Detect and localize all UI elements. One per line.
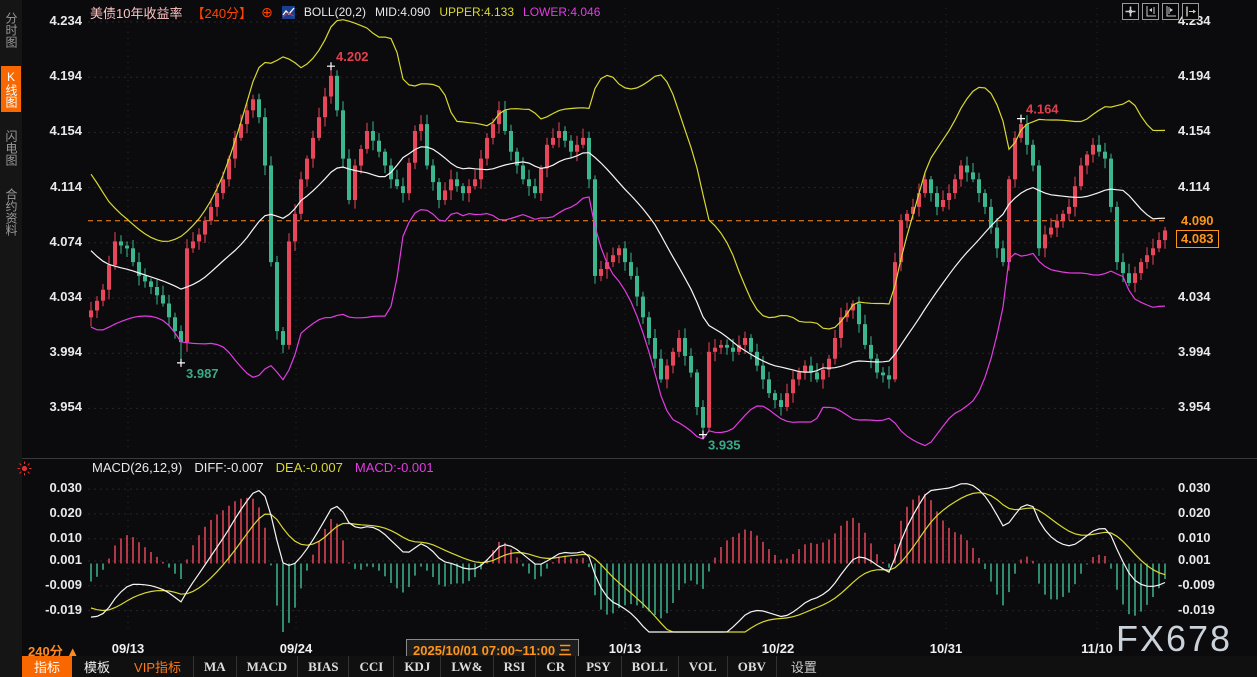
indicator-button-cci[interactable]: CCI bbox=[348, 656, 393, 677]
boll-mid-value: MID:4.090 bbox=[375, 5, 430, 19]
last-price-tag: 4.083 bbox=[1176, 230, 1219, 248]
chart-tool-buttons bbox=[1122, 3, 1199, 20]
indicator-button-kdj[interactable]: KDJ bbox=[393, 656, 440, 677]
x-axis-fit-icon[interactable] bbox=[1162, 3, 1179, 20]
svg-text:4.164: 4.164 bbox=[1026, 102, 1059, 117]
macd-axis-label-right: -0.009 bbox=[1178, 577, 1236, 592]
fx678-watermark: FX678 bbox=[1116, 618, 1232, 660]
pan-icon[interactable] bbox=[1122, 3, 1139, 20]
price-axis-label-left: 4.074 bbox=[24, 234, 82, 249]
price-axis-label-left: 4.034 bbox=[24, 289, 82, 304]
instrument-title: 美债10年收益率 bbox=[90, 3, 182, 22]
timeline-tick: 10/13 bbox=[591, 641, 659, 656]
boll-label: BOLL(20,2) bbox=[304, 5, 366, 19]
plus-circle-icon[interactable]: ⊕ bbox=[261, 4, 273, 21]
tab-indicator[interactable]: 指标 bbox=[22, 656, 72, 677]
macd-canvas[interactable] bbox=[88, 470, 1168, 634]
indicator-button-vol[interactable]: VOL bbox=[678, 656, 727, 677]
indicator-button-macd[interactable]: MACD bbox=[236, 656, 297, 677]
indicator-button-boll[interactable]: BOLL bbox=[621, 656, 678, 677]
sidebar-item-1[interactable]: K线图 bbox=[1, 66, 21, 112]
macd-axis-label-left: 0.010 bbox=[24, 530, 82, 545]
sidebar-item-2[interactable]: 闪电图 bbox=[1, 126, 21, 170]
timeline-tick: 09/24 bbox=[262, 641, 330, 656]
macd-svg bbox=[88, 470, 1168, 634]
price-axis-label-right: 3.954 bbox=[1178, 399, 1236, 414]
macd-axis-label-right: 0.020 bbox=[1178, 505, 1236, 520]
period-tag: 【240分】 bbox=[191, 3, 252, 22]
shift-right-icon[interactable] bbox=[1182, 3, 1199, 20]
price-axis-label-left: 4.154 bbox=[24, 123, 82, 138]
macd-axis-label-left: -0.019 bbox=[24, 602, 82, 617]
price-axis-label-left: 4.114 bbox=[24, 179, 82, 194]
svg-text:4.202: 4.202 bbox=[336, 49, 369, 64]
price-axis-label-left: 4.234 bbox=[24, 13, 82, 28]
svg-text:3.935: 3.935 bbox=[708, 438, 741, 453]
indicator-button-ma[interactable]: MA bbox=[193, 656, 236, 677]
flash-icon[interactable] bbox=[17, 461, 32, 481]
timeline-tick: 09/13 bbox=[94, 641, 162, 656]
macd-axis-label-right: -0.019 bbox=[1178, 602, 1236, 617]
chart-header: 美债10年收益率 【240分】 ⊕ BOLL(20,2) MID:4.090 U… bbox=[90, 3, 600, 21]
price-axis-label-right: 4.034 bbox=[1178, 289, 1236, 304]
timeline-tick: 10/22 bbox=[744, 641, 812, 656]
macd-axis-label-left: 0.001 bbox=[24, 552, 82, 567]
svg-text:3.987: 3.987 bbox=[186, 366, 219, 381]
price-axis-label-right: 4.154 bbox=[1178, 123, 1236, 138]
macd-name: MACD(26,12,9) bbox=[92, 460, 182, 475]
macd-diff-value: DIFF:-0.007 bbox=[194, 460, 263, 475]
tab-template[interactable]: 模板 bbox=[72, 656, 122, 677]
tab-vip-indicator[interactable]: VIP指标 bbox=[122, 656, 193, 677]
sidebar-item-0[interactable]: 分时图 bbox=[1, 8, 21, 52]
price-axis-label-right: 4.194 bbox=[1178, 68, 1236, 83]
indicator-button-psy[interactable]: PSY bbox=[575, 656, 621, 677]
settings-button[interactable]: 设置 bbox=[781, 656, 827, 677]
price-axis-label-left: 3.954 bbox=[24, 399, 82, 414]
indicator-button-bias[interactable]: BIAS bbox=[297, 656, 348, 677]
macd-axis-label-left: 0.020 bbox=[24, 505, 82, 520]
bottom-toolbar: 指标 模板 VIP指标 MAMACDBIASCCIKDJLW&RSICRPSYB… bbox=[22, 656, 1257, 677]
timeline-tick: 10/31 bbox=[912, 641, 980, 656]
left-sidebar: 分时图 K线图闪电图合约资料 bbox=[0, 0, 22, 677]
chart-app-window: 分时图 K线图闪电图合约资料 美债10年收益率 【240分】 ⊕ BOLL(20,… bbox=[0, 0, 1257, 677]
indicator-button-lw[interactable]: LW& bbox=[440, 656, 492, 677]
indicator-button-obv[interactable]: OBV bbox=[727, 656, 777, 677]
macd-axis-label-right: 0.030 bbox=[1178, 480, 1236, 495]
panel-divider bbox=[22, 458, 1257, 459]
macd-dea-value: DEA:-0.007 bbox=[276, 460, 343, 475]
price-axis-label-left: 3.994 bbox=[24, 344, 82, 359]
price-line-tag: 4.090 bbox=[1178, 213, 1217, 228]
macd-axis-label-right: 0.001 bbox=[1178, 552, 1236, 567]
price-axis-label-left: 4.194 bbox=[24, 68, 82, 83]
price-axis-label-right: 4.114 bbox=[1178, 179, 1236, 194]
main-chart-canvas[interactable]: 4.202 3.987 4.164 3.935 bbox=[88, 0, 1168, 458]
indicator-group: MAMACDBIASCCIKDJLW&RSICRPSYBOLLVOLOBV bbox=[193, 656, 777, 677]
macd-axis-label-right: 0.010 bbox=[1178, 530, 1236, 545]
price-axis-label-right: 3.994 bbox=[1178, 344, 1236, 359]
macd-axis-label-left: 0.030 bbox=[24, 480, 82, 495]
macd-hist-value: MACD:-0.001 bbox=[355, 460, 434, 475]
indicator-button-rsi[interactable]: RSI bbox=[493, 656, 536, 677]
indicator-button-cr[interactable]: CR bbox=[535, 656, 575, 677]
macd-header: MACD(26,12,9) DIFF:-0.007 DEA:-0.007 MAC… bbox=[92, 460, 434, 475]
sidebar-item-3[interactable]: 合约资料 bbox=[1, 184, 21, 240]
macd-axis-label-left: -0.009 bbox=[24, 577, 82, 592]
y-axis-fit-icon[interactable] bbox=[1142, 3, 1159, 20]
mini-chart-icon[interactable] bbox=[282, 6, 295, 19]
main-chart-svg: 4.202 3.987 4.164 3.935 bbox=[88, 0, 1168, 458]
boll-upper-value: UPPER:4.133 bbox=[439, 5, 514, 19]
boll-lower-value: LOWER:4.046 bbox=[523, 5, 600, 19]
